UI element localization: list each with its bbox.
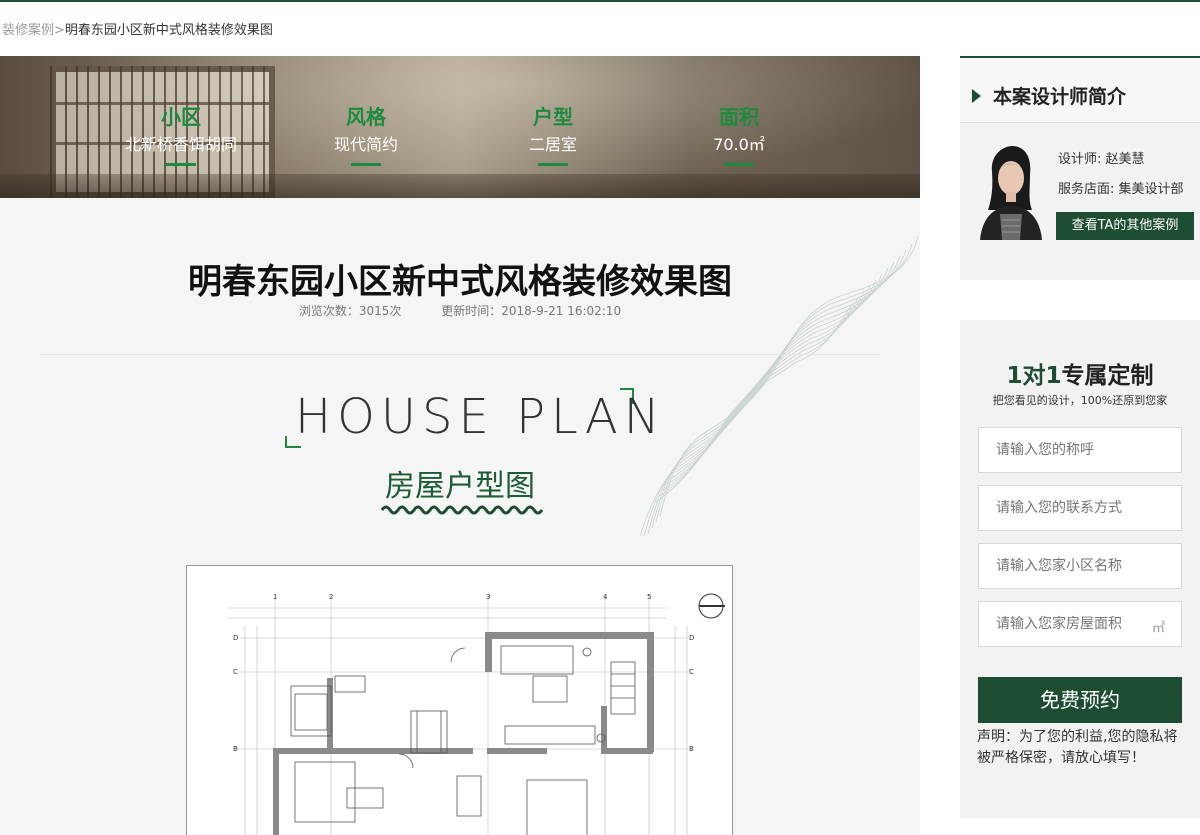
- designer-card: 本案设计师简介 设计师: 赵美慧 服务店面: 集美设计部 查看TA的其他案例: [960, 56, 1200, 280]
- breadcrumb-separator: >: [54, 23, 65, 38]
- breadcrumb-current: 明春东园小区新中式风格装修效果图: [64, 23, 273, 38]
- form-title: 1对1专属定制: [960, 356, 1200, 390]
- axis-label: B: [233, 745, 238, 753]
- triangle-bullet-icon: [972, 89, 981, 103]
- case-meta: 浏览次数：3015次 更新时间：2018-9-21 16:02:10: [0, 302, 920, 319]
- name-field[interactable]: [978, 427, 1182, 473]
- stat-underline: [538, 163, 568, 166]
- stat-value: 70.0㎡: [713, 135, 765, 154]
- stat-community: 小区 北新桥香饵胡同: [91, 101, 271, 166]
- stat-label: 户型: [533, 105, 573, 129]
- floorplan-subheading: 房屋户型图: [385, 469, 535, 504]
- stat-value: 二居室: [528, 135, 577, 154]
- floorplan-drawing: 1 2 3 4 5 D C B D C B: [227, 593, 725, 835]
- designer-card-header: 本案设计师简介: [960, 56, 1200, 123]
- stat-layout: 户型 二居室: [463, 101, 643, 166]
- view-other-cases-button[interactable]: 查看TA的其他案例: [1056, 212, 1194, 240]
- privacy-notice: 声明：为了您的利益,您的隐私将被严格保密，请放心填写！: [977, 729, 1178, 766]
- breadcrumb-link-cases[interactable]: 装修案例: [2, 23, 54, 38]
- designer-portrait: [970, 140, 1050, 240]
- designer-avatar[interactable]: [970, 140, 1050, 240]
- stat-underline: [166, 163, 196, 166]
- axis-label: 3: [486, 593, 490, 601]
- main-content: 小区 北新桥香饵胡同 风格 现代简约 户型 二居室 面积 70.0㎡ 明春东园小…: [0, 56, 920, 835]
- axis-label: C: [689, 668, 694, 676]
- form-title-number: 1对1: [1006, 363, 1062, 389]
- form-subtitle: 把您看见的设计，100%还原到您家: [992, 394, 1168, 407]
- stat-value: 北新桥香饵胡同: [124, 135, 237, 154]
- floorplan-image: 1 2 3 4 5 D C B D C B: [186, 565, 733, 835]
- stat-underline: [351, 163, 381, 166]
- view-count: 浏览次数：3015次: [298, 304, 402, 318]
- top-accent-line: [0, 0, 1200, 2]
- case-banner: 小区 北新桥香饵胡同 风格 现代简约 户型 二居室 面积 70.0㎡: [0, 56, 920, 198]
- form-title-text: 专属定制: [1061, 363, 1154, 389]
- heading-corner-decoration: [285, 436, 301, 448]
- axis-label: B: [689, 745, 694, 753]
- axis-label: 1: [273, 593, 277, 601]
- squiggle-underline: [380, 505, 544, 515]
- consult-form-card: 1对1专属定制 把您看见的设计，100%还原到您家 ㎡ 免费预约 声明：为了您的…: [960, 320, 1200, 818]
- update-time: 更新时间：2018-9-21 16:02:10: [441, 304, 622, 318]
- stat-label: 小区: [161, 105, 201, 129]
- axis-label: 2: [329, 593, 333, 601]
- axis-label: D: [689, 634, 694, 642]
- community-field[interactable]: [978, 543, 1182, 589]
- stat-label: 面积: [719, 105, 759, 129]
- designer-store: 服务店面: 集美设计部: [1058, 182, 1184, 197]
- free-booking-button[interactable]: 免费预约: [978, 677, 1182, 723]
- axis-label: 5: [647, 593, 651, 601]
- area-unit: ㎡: [1152, 621, 1166, 636]
- axis-label: 4: [603, 593, 608, 601]
- stat-underline: [724, 163, 754, 166]
- stat-label: 风格: [346, 105, 386, 129]
- axis-label: D: [233, 634, 238, 642]
- axis-label: C: [233, 668, 238, 676]
- designer-card-heading: 本案设计师简介: [993, 86, 1127, 108]
- house-plan-heading: HOUSE PLAN: [295, 389, 666, 445]
- stat-value: 现代简约: [333, 135, 398, 154]
- phone-field[interactable]: [978, 485, 1182, 531]
- stat-style: 风格 现代简约: [276, 101, 456, 166]
- designer-name: 设计师: 赵美慧: [1058, 152, 1145, 167]
- stat-area: 面积 70.0㎡: [649, 101, 829, 166]
- breadcrumb: 装修案例>明春东园小区新中式风格装修效果图: [2, 19, 273, 38]
- case-title: 明春东园小区新中式风格装修效果图: [188, 262, 732, 302]
- banner-floor-shade: [0, 174, 920, 198]
- title-divider: [40, 354, 880, 355]
